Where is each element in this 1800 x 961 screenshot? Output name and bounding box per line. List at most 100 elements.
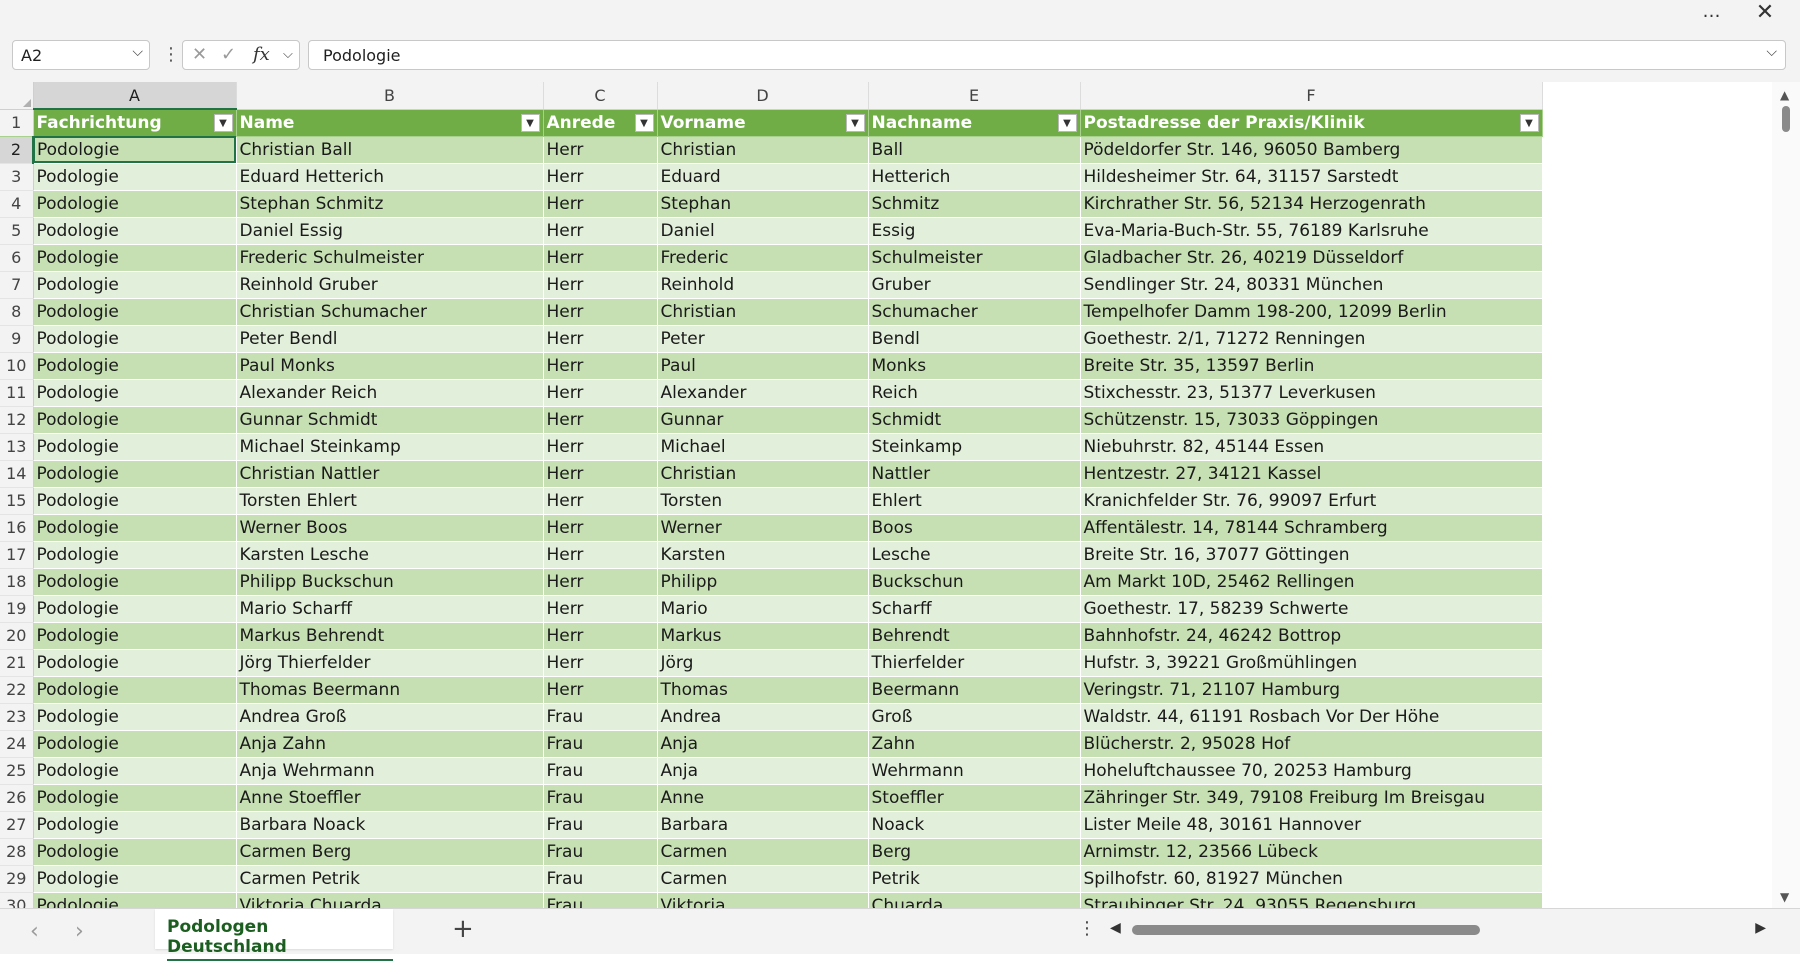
table-cell[interactable]: Gunnar bbox=[657, 406, 869, 434]
table-cell[interactable]: Reich bbox=[868, 379, 1081, 407]
table-cell[interactable]: Paul Monks bbox=[236, 352, 544, 380]
table-cell[interactable]: Torsten Ehlert bbox=[236, 487, 544, 515]
table-cell[interactable]: Herr bbox=[543, 244, 658, 272]
table-cell[interactable]: Hildesheimer Str. 64, 31157 Sarstedt bbox=[1080, 163, 1543, 191]
table-cell[interactable]: Christian bbox=[657, 460, 869, 488]
table-cell[interactable]: Barbara bbox=[657, 811, 869, 839]
table-cell[interactable]: Podologie bbox=[33, 649, 237, 677]
table-cell[interactable]: Niebuhrstr. 82, 45144 Essen bbox=[1080, 433, 1543, 461]
table-cell[interactable]: Breite Str. 35, 13597 Berlin bbox=[1080, 352, 1543, 380]
table-cell[interactable]: Herr bbox=[543, 622, 658, 650]
table-cell[interactable]: Breite Str. 16, 37077 Göttingen bbox=[1080, 541, 1543, 569]
next-sheet-icon[interactable]: › bbox=[75, 919, 84, 944]
table-cell[interactable]: Christian bbox=[657, 136, 869, 164]
row-header[interactable]: 24 bbox=[0, 730, 34, 758]
table-cell[interactable]: Lister Meile 48, 30161 Hannover bbox=[1080, 811, 1543, 839]
table-cell[interactable]: Podologie bbox=[33, 244, 237, 272]
table-cell[interactable]: Kirchrather Str. 56, 52134 Herzogenrath bbox=[1080, 190, 1543, 218]
table-cell[interactable]: Arnimstr. 12, 23566 Lübeck bbox=[1080, 838, 1543, 866]
table-cell[interactable]: Mario Scharff bbox=[236, 595, 544, 623]
table-cell[interactable]: Anja Zahn bbox=[236, 730, 544, 758]
table-cell[interactable]: Eduard Hetterich bbox=[236, 163, 544, 191]
table-cell[interactable]: Carmen Berg bbox=[236, 838, 544, 866]
table-cell[interactable]: Behrendt bbox=[868, 622, 1081, 650]
table-cell[interactable]: Barbara Noack bbox=[236, 811, 544, 839]
table-cell[interactable]: Podologie bbox=[33, 163, 237, 191]
table-header-cell[interactable]: Postadresse der Praxis/Klinik ▼ bbox=[1080, 109, 1543, 137]
row-header[interactable]: 15 bbox=[0, 487, 34, 515]
table-cell[interactable]: Hentzestr. 27, 34121 Kassel bbox=[1080, 460, 1543, 488]
filter-dropdown-icon[interactable]: ▼ bbox=[845, 113, 865, 132]
table-cell[interactable]: Michael bbox=[657, 433, 869, 461]
table-cell[interactable]: Michael Steinkamp bbox=[236, 433, 544, 461]
chevron-down-icon[interactable]: ⌵ bbox=[132, 44, 143, 60]
table-cell[interactable]: Podologie bbox=[33, 595, 237, 623]
table-cell[interactable]: Podologie bbox=[33, 298, 237, 326]
select-all-corner[interactable] bbox=[0, 82, 34, 110]
table-cell[interactable]: Frau bbox=[543, 865, 658, 893]
table-cell[interactable]: Herr bbox=[543, 271, 658, 299]
active-cell[interactable]: Podologie bbox=[33, 136, 237, 164]
table-cell[interactable]: Anne bbox=[657, 784, 869, 812]
row-header[interactable]: 4 bbox=[0, 190, 34, 218]
table-cell[interactable]: Gruber bbox=[868, 271, 1081, 299]
table-cell[interactable]: Bahnhofstr. 24, 46242 Bottrop bbox=[1080, 622, 1543, 650]
row-header[interactable]: 27 bbox=[0, 811, 34, 839]
table-cell[interactable]: Stoeffler bbox=[868, 784, 1081, 812]
row-header[interactable]: 11 bbox=[0, 379, 34, 407]
table-cell[interactable]: Schumacher bbox=[868, 298, 1081, 326]
table-cell[interactable]: Kranichfelder Str. 76, 99097 Erfurt bbox=[1080, 487, 1543, 515]
table-cell[interactable]: Thomas Beermann bbox=[236, 676, 544, 704]
column-header-c[interactable]: C bbox=[543, 82, 658, 110]
table-cell[interactable]: Spilhofstr. 60, 81927 München bbox=[1080, 865, 1543, 893]
table-cell[interactable]: Essig bbox=[868, 217, 1081, 245]
filter-dropdown-icon[interactable]: ▼ bbox=[520, 113, 540, 132]
table-cell[interactable]: Podologie bbox=[33, 676, 237, 704]
table-cell[interactable]: Veringstr. 71, 21107 Hamburg bbox=[1080, 676, 1543, 704]
table-cell[interactable]: Carmen bbox=[657, 838, 869, 866]
table-cell[interactable]: Frau bbox=[543, 784, 658, 812]
table-cell[interactable]: Podologie bbox=[33, 622, 237, 650]
horizontal-scrollbar[interactable]: ◀ ▶ bbox=[1106, 919, 1770, 941]
table-cell[interactable]: Christian Ball bbox=[236, 136, 544, 164]
table-cell[interactable]: Goethestr. 2/1, 71272 Renningen bbox=[1080, 325, 1543, 353]
table-cell[interactable]: Herr bbox=[543, 163, 658, 191]
vertical-dots-icon[interactable]: ⋮ bbox=[162, 41, 180, 69]
table-cell[interactable]: Podologie bbox=[33, 757, 237, 785]
horizontal-scroll-thumb[interactable] bbox=[1132, 925, 1480, 935]
cancel-icon[interactable]: ✕ bbox=[192, 44, 207, 65]
table-cell[interactable]: Waldstr. 44, 61191 Rosbach Vor Der Höhe bbox=[1080, 703, 1543, 731]
row-header[interactable]: 9 bbox=[0, 325, 34, 353]
table-cell[interactable]: Noack bbox=[868, 811, 1081, 839]
table-cell[interactable]: Eduard bbox=[657, 163, 869, 191]
expand-formula-icon[interactable]: ⌵ bbox=[1766, 44, 1777, 60]
table-cell[interactable]: Berg bbox=[868, 838, 1081, 866]
sheet-tab-active[interactable]: Podologen Deutschland bbox=[155, 909, 393, 961]
scroll-left-icon[interactable]: ◀ bbox=[1110, 920, 1121, 936]
table-cell[interactable]: Eva-Maria-Buch-Str. 55, 76189 Karlsruhe bbox=[1080, 217, 1543, 245]
table-cell[interactable]: Hufstr. 3, 39221 Großmühlingen bbox=[1080, 649, 1543, 677]
row-header[interactable]: 13 bbox=[0, 433, 34, 461]
vertical-dots-icon[interactable]: ⋮ bbox=[1078, 918, 1096, 939]
table-cell[interactable]: Torsten bbox=[657, 487, 869, 515]
table-cell[interactable]: Bendl bbox=[868, 325, 1081, 353]
table-cell[interactable]: Podologie bbox=[33, 325, 237, 353]
table-cell[interactable]: Stephan bbox=[657, 190, 869, 218]
row-header[interactable]: 29 bbox=[0, 865, 34, 893]
table-cell[interactable]: Jörg Thierfelder bbox=[236, 649, 544, 677]
row-header[interactable]: 8 bbox=[0, 298, 34, 326]
table-cell[interactable]: Christian Nattler bbox=[236, 460, 544, 488]
table-cell[interactable]: Herr bbox=[543, 298, 658, 326]
table-cell[interactable]: Herr bbox=[543, 676, 658, 704]
table-cell[interactable]: Straubinger Str. 24, 93055 Regensburg bbox=[1080, 892, 1543, 908]
table-cell[interactable]: Herr bbox=[543, 406, 658, 434]
table-cell[interactable]: Podologie bbox=[33, 487, 237, 515]
table-cell[interactable]: Herr bbox=[543, 136, 658, 164]
table-cell[interactable]: Schmidt bbox=[868, 406, 1081, 434]
table-cell[interactable]: Groß bbox=[868, 703, 1081, 731]
table-cell[interactable]: Zähringer Str. 349, 79108 Freiburg Im Br… bbox=[1080, 784, 1543, 812]
row-header[interactable]: 6 bbox=[0, 244, 34, 272]
table-cell[interactable]: Alexander bbox=[657, 379, 869, 407]
name-box[interactable]: A2 ⌵ bbox=[12, 40, 150, 70]
table-cell[interactable]: Beermann bbox=[868, 676, 1081, 704]
